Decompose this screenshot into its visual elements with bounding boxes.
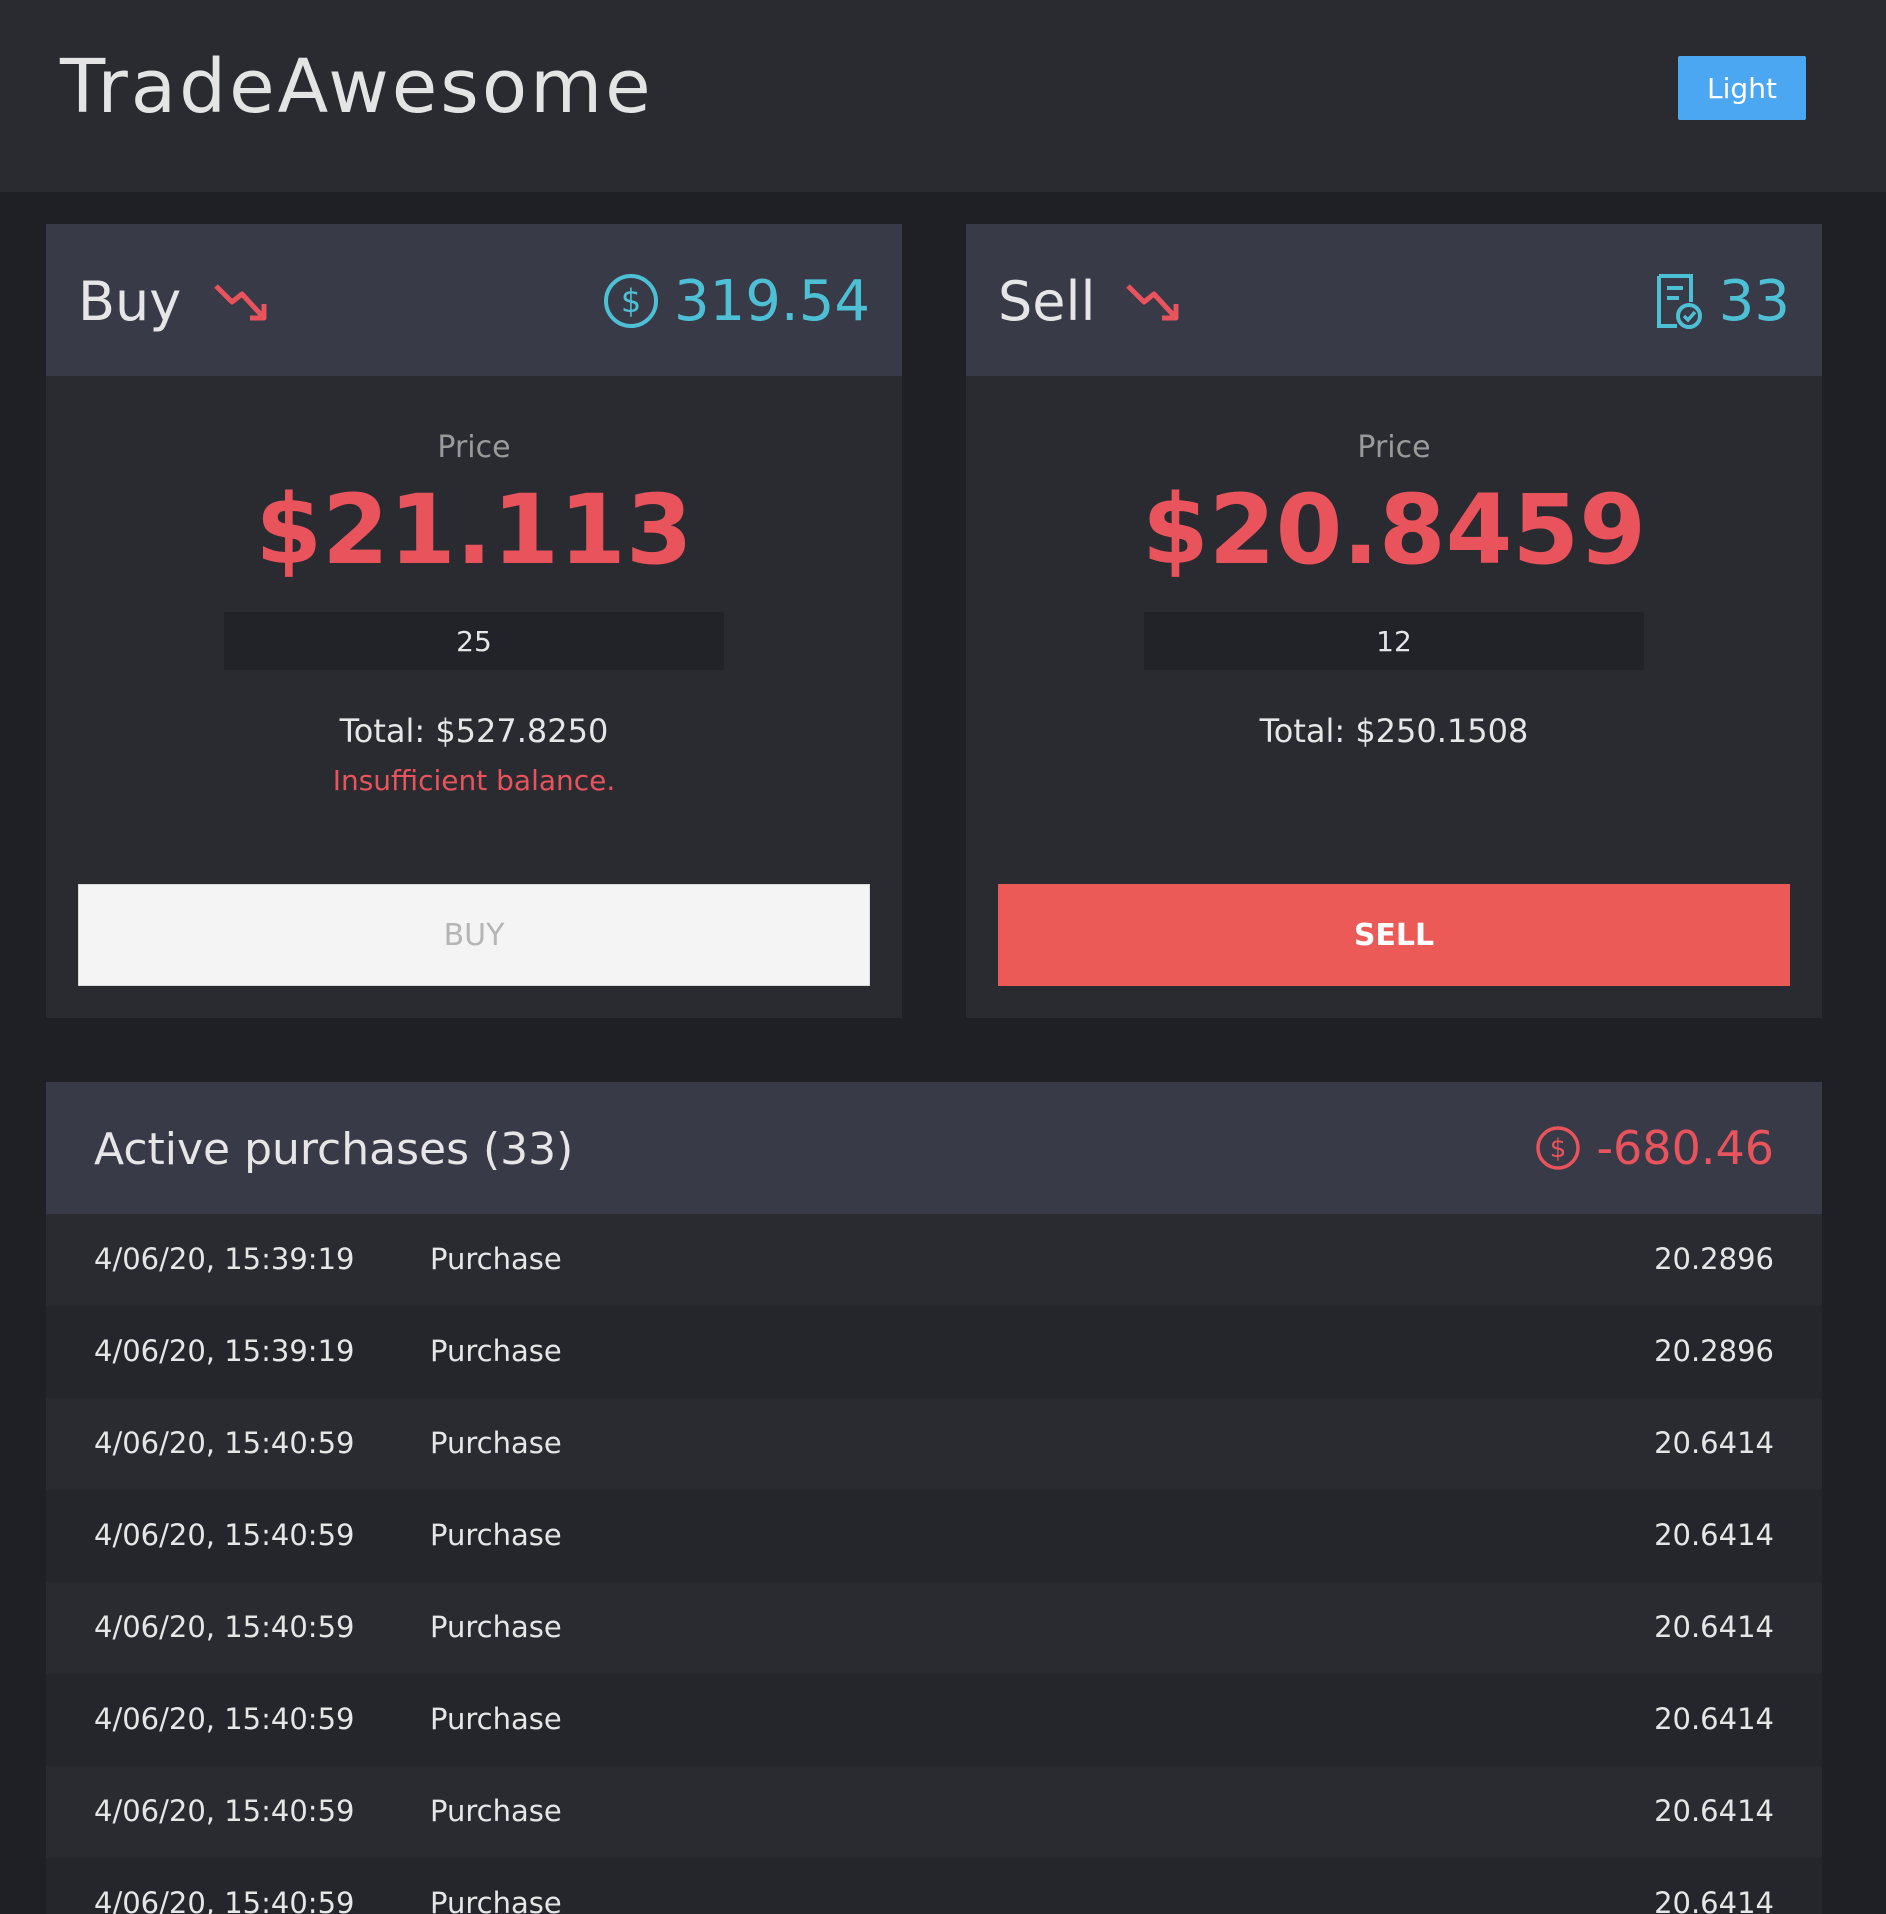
sell-price-label: Price — [1357, 430, 1431, 465]
sell-button[interactable]: SELL — [998, 884, 1790, 986]
buy-balance: $ 319.54 — [602, 268, 870, 334]
buy-panel-header: Buy $ 319.54 — [46, 224, 902, 376]
dollar-circle-icon: $ — [1536, 1126, 1581, 1170]
row-date: 4/06/20, 15:40:59 — [94, 1886, 355, 1914]
row-date: 4/06/20, 15:40:59 — [94, 1426, 355, 1460]
receipt-check-icon — [1656, 274, 1702, 329]
row-value: 20.2896 — [1654, 1334, 1774, 1368]
row-type: Purchase — [430, 1886, 562, 1914]
sell-panel-header: Sell 33 — [966, 224, 1822, 376]
buy-price: $21.113 — [255, 474, 693, 586]
row-type: Purchase — [430, 1426, 562, 1460]
sell-total: Total: $250.1508 — [1259, 712, 1529, 750]
row-value: 20.6414 — [1654, 1794, 1774, 1828]
row-date: 4/06/20, 15:40:59 — [94, 1702, 355, 1736]
row-date: 4/06/20, 15:40:59 — [94, 1794, 355, 1828]
table-row[interactable]: 4/06/20, 15:40:59 Purchase 20.6414 — [46, 1766, 1822, 1858]
active-purchases-header: Active purchases (33) $ -680.46 — [46, 1082, 1822, 1214]
sell-price: $20.8459 — [1141, 474, 1647, 586]
buy-balance-value: 319.54 — [674, 268, 870, 334]
row-value: 20.6414 — [1654, 1610, 1774, 1644]
row-type: Purchase — [430, 1334, 562, 1368]
svg-text:$: $ — [1550, 1134, 1567, 1164]
svg-text:$: $ — [621, 282, 641, 320]
active-purchases-title: Active purchases (33) — [94, 1124, 574, 1175]
table-row[interactable]: 4/06/20, 15:40:59 Purchase 20.6414 — [46, 1582, 1822, 1674]
row-type: Purchase — [430, 1518, 562, 1552]
dollar-circle-icon: $ — [604, 274, 659, 328]
row-date: 4/06/20, 15:40:59 — [94, 1610, 355, 1644]
sell-holdings-value: 33 — [1718, 268, 1790, 334]
buy-price-label: Price — [437, 430, 511, 465]
top-bar: TradeAwesome Light — [0, 0, 1886, 192]
row-value: 20.2896 — [1654, 1242, 1774, 1276]
sell-title: Sell — [998, 270, 1096, 333]
row-value: 20.6414 — [1654, 1518, 1774, 1552]
sell-panel: Sell 33 Price $20.8459 Total: $250.1508 … — [966, 224, 1822, 1018]
row-value: 20.6414 — [1654, 1886, 1774, 1914]
table-row[interactable]: 4/06/20, 15:39:19 Purchase 20.2896 — [46, 1214, 1822, 1306]
row-type: Purchase — [430, 1242, 562, 1276]
trending-down-icon — [1126, 284, 1179, 321]
row-date: 4/06/20, 15:39:19 — [94, 1334, 355, 1368]
buy-title: Buy — [78, 270, 182, 333]
active-purchases-total-value: -680.46 — [1596, 1121, 1774, 1175]
purchases-list: 4/06/20, 15:39:19 Purchase 20.2896 4/06/… — [46, 1214, 1822, 1914]
table-row[interactable]: 4/06/20, 15:40:59 Purchase 20.6414 — [46, 1674, 1822, 1766]
sell-quantity-input[interactable] — [1144, 612, 1644, 670]
buy-quantity-input[interactable] — [224, 612, 724, 670]
buy-panel: Buy $ 319.54 Price $21.113 Total: $527.8… — [46, 224, 902, 1018]
trending-down-icon — [214, 284, 267, 321]
row-value: 20.6414 — [1654, 1426, 1774, 1460]
buy-total: Total: $527.8250 — [339, 712, 609, 750]
app-title: TradeAwesome — [60, 44, 654, 130]
table-row[interactable]: 4/06/20, 15:40:59 Purchase 20.6414 — [46, 1490, 1822, 1582]
buy-button[interactable]: BUY — [78, 884, 870, 986]
row-type: Purchase — [430, 1610, 562, 1644]
theme-toggle-button[interactable]: Light — [1678, 56, 1806, 120]
row-date: 4/06/20, 15:39:19 — [94, 1242, 355, 1276]
row-value: 20.6414 — [1654, 1702, 1774, 1736]
table-row[interactable]: 4/06/20, 15:39:19 Purchase 20.2896 — [46, 1306, 1822, 1398]
sell-holdings: 33 — [1647, 268, 1790, 334]
active-purchases-total: $ -680.46 — [1534, 1120, 1774, 1176]
table-row[interactable]: 4/06/20, 15:40:59 Purchase 20.6414 — [46, 1858, 1822, 1914]
row-date: 4/06/20, 15:40:59 — [94, 1518, 355, 1552]
table-row[interactable]: 4/06/20, 15:40:59 Purchase 20.6414 — [46, 1398, 1822, 1490]
row-type: Purchase — [430, 1702, 562, 1736]
active-purchases-panel: Active purchases (33) $ -680.46 4/06/20,… — [46, 1082, 1822, 1914]
buy-error-message: Insufficient balance. — [332, 764, 616, 797]
row-type: Purchase — [430, 1794, 562, 1828]
